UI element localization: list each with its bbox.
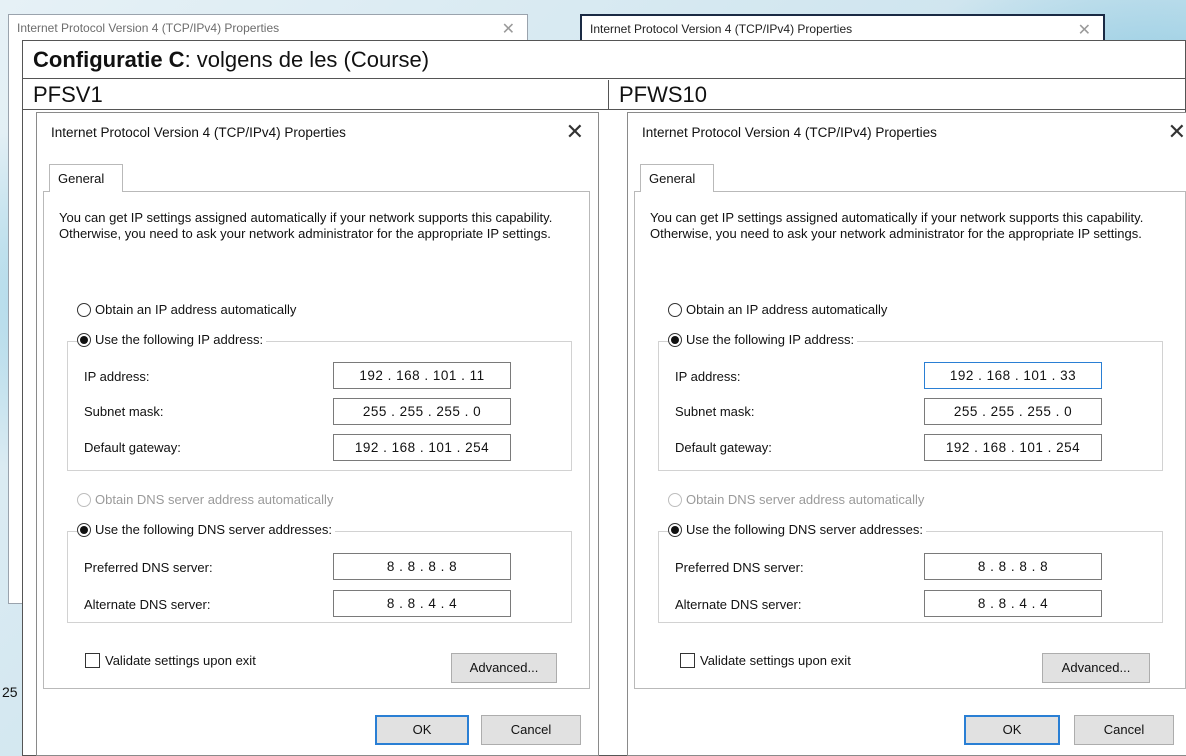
radio-use-following-dns[interactable]: Use the following DNS server addresses: (77, 522, 335, 537)
radio-label: Use the following DNS server addresses: (686, 522, 923, 537)
radio-button[interactable] (77, 332, 91, 347)
close-icon[interactable]: ✕ (1168, 119, 1186, 145)
ipv4-properties-dialog-pfws10: Internet Protocol Version 4 (TCP/IPv4) P… (627, 112, 1186, 756)
radio-obtain-ip-auto[interactable]: Obtain an IP address automatically (77, 302, 300, 317)
subnet-mask-field[interactable]: 255 . 255 . 255 . 0 (333, 398, 511, 425)
subnet-mask-label: Subnet mask: (84, 404, 164, 419)
validate-settings-checkbox[interactable]: Validate settings upon exit (85, 653, 256, 668)
advanced-button[interactable]: Advanced... (1042, 653, 1150, 683)
advanced-button[interactable]: Advanced... (451, 653, 557, 683)
default-gateway-label: Default gateway: (675, 440, 772, 455)
radio-label: Use the following DNS server addresses: (95, 522, 332, 537)
default-gateway-field[interactable]: 192 . 168 . 101 . 254 (333, 434, 511, 461)
validate-settings-checkbox[interactable]: Validate settings upon exit (680, 653, 851, 668)
close-icon: ✕ (1077, 22, 1091, 39)
alternate-dns-field[interactable]: 8 . 8 . 4 . 4 (333, 590, 511, 617)
cancel-button[interactable]: Cancel (1074, 715, 1174, 745)
tab-general[interactable]: General (640, 164, 714, 192)
ok-button[interactable]: OK (964, 715, 1060, 745)
checkbox-label: Validate settings upon exit (105, 653, 256, 668)
default-gateway-label: Default gateway: (84, 440, 181, 455)
preferred-dns-label: Preferred DNS server: (84, 560, 213, 575)
slide-title-rest: : volgens de les (Course) (184, 47, 430, 72)
ipv4-properties-dialog-pfsv1: Internet Protocol Version 4 (TCP/IPv4) P… (36, 112, 599, 756)
checkbox[interactable] (85, 653, 100, 668)
alternate-dns-label: Alternate DNS server: (84, 597, 211, 612)
slide-title: Configuratie C: volgens de les (Course) (23, 41, 1185, 79)
intro-text: You can get IP settings assigned automat… (650, 210, 1144, 241)
radio-button[interactable] (668, 302, 682, 317)
radio-label: Obtain an IP address automatically (95, 302, 297, 317)
default-gateway-field[interactable]: 192 . 168 . 101 . 254 (924, 434, 1102, 461)
radio-label: Obtain DNS server address automatically (95, 492, 334, 507)
column-header-pfsv1: PFSV1 (23, 80, 609, 110)
slide-title-bold: Configuratie C (33, 47, 185, 72)
radio-label: Use the following IP address: (686, 332, 855, 347)
ip-address-label: IP address: (84, 369, 150, 384)
radio-button[interactable] (77, 492, 91, 507)
dialog-title: Internet Protocol Version 4 (TCP/IPv4) P… (51, 125, 346, 140)
ip-address-field[interactable]: 192 . 168 . 101 . 33 (924, 362, 1102, 389)
intro-text: You can get IP settings assigned automat… (59, 210, 553, 241)
background-dialog-2-title: Internet Protocol Version 4 (TCP/IPv4) P… (590, 22, 853, 36)
radio-button[interactable] (77, 522, 91, 537)
radio-button[interactable] (77, 302, 91, 317)
radio-obtain-ip-auto[interactable]: Obtain an IP address automatically (668, 302, 891, 317)
checkbox-label: Validate settings upon exit (700, 653, 851, 668)
ok-button[interactable]: OK (375, 715, 469, 745)
preferred-dns-field[interactable]: 8 . 8 . 8 . 8 (333, 553, 511, 580)
column-header-pfws10: PFWS10 (609, 80, 1186, 110)
close-icon: ✕ (501, 21, 515, 38)
radio-button[interactable] (668, 332, 682, 347)
radio-obtain-dns-auto[interactable]: Obtain DNS server address automatically (77, 492, 337, 507)
radio-button[interactable] (668, 492, 682, 507)
radio-use-following-ip[interactable]: Use the following IP address: (77, 332, 267, 347)
checkbox[interactable] (680, 653, 695, 668)
ip-address-label: IP address: (675, 369, 741, 384)
radio-use-following-dns[interactable]: Use the following DNS server addresses: (668, 522, 926, 537)
background-dialog-title: Internet Protocol Version 4 (TCP/IPv4) P… (17, 21, 280, 35)
ip-address-field[interactable]: 192 . 168 . 101 . 11 (333, 362, 511, 389)
close-icon[interactable]: ✕ (566, 119, 584, 145)
tab-general[interactable]: General (49, 164, 123, 192)
alternate-dns-label: Alternate DNS server: (675, 597, 802, 612)
subnet-mask-field[interactable]: 255 . 255 . 255 . 0 (924, 398, 1102, 425)
preferred-dns-label: Preferred DNS server: (675, 560, 804, 575)
radio-label: Obtain DNS server address automatically (686, 492, 925, 507)
subnet-mask-label: Subnet mask: (675, 404, 755, 419)
radio-use-following-ip[interactable]: Use the following IP address: (668, 332, 858, 347)
preferred-dns-field[interactable]: 8 . 8 . 8 . 8 (924, 553, 1102, 580)
radio-button[interactable] (668, 522, 682, 537)
cancel-button[interactable]: Cancel (481, 715, 581, 745)
slide-number-fragment: 25 (2, 684, 18, 700)
radio-obtain-dns-auto[interactable]: Obtain DNS server address automatically (668, 492, 928, 507)
radio-label: Use the following IP address: (95, 332, 264, 347)
radio-label: Obtain an IP address automatically (686, 302, 888, 317)
alternate-dns-field[interactable]: 8 . 8 . 4 . 4 (924, 590, 1102, 617)
dialog-title: Internet Protocol Version 4 (TCP/IPv4) P… (642, 125, 937, 140)
